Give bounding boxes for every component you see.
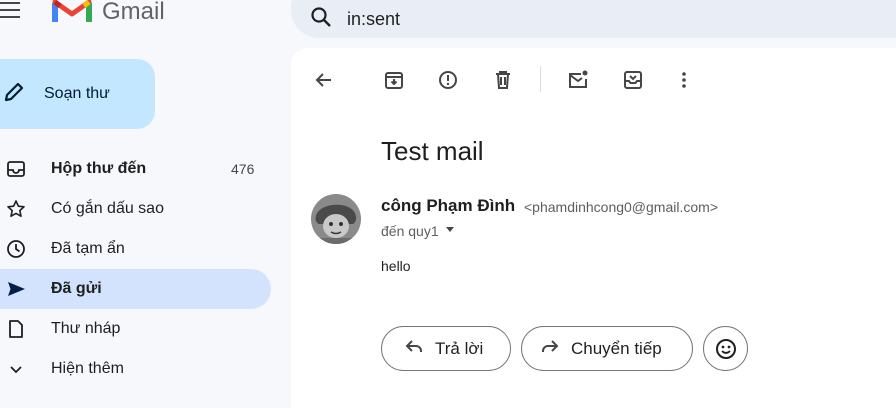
sidebar-item-label: Hộp thư đến: [51, 160, 147, 177]
archive-icon[interactable]: [382, 68, 406, 92]
search-icon[interactable]: [309, 5, 333, 34]
message-body: hello: [381, 258, 411, 274]
reply-icon: [403, 335, 435, 362]
forward-icon: [539, 335, 571, 362]
pencil-icon: [2, 80, 26, 109]
gmail-m-icon: [52, 0, 92, 29]
report-spam-icon[interactable]: [436, 68, 460, 92]
sidebar-item-more[interactable]: Hiện thêm: [0, 349, 291, 389]
search-input[interactable]: in:sent: [347, 9, 400, 30]
emoji-reaction-button[interactable]: [703, 326, 748, 371]
sidebar-item-drafts[interactable]: Thư nháp: [0, 309, 291, 349]
sender-name[interactable]: công Phạm Đình: [381, 196, 515, 216]
sidebar-item-label: Có gắn dấu sao: [51, 200, 164, 217]
sidebar-item-label: Hiện thêm: [51, 360, 124, 377]
caret-down-icon[interactable]: [443, 222, 457, 239]
more-vert-icon[interactable]: [672, 68, 696, 92]
forward-label: Chuyển tiếp: [571, 338, 662, 358]
back-arrow-icon[interactable]: [312, 68, 336, 92]
unread-count: 476: [231, 161, 255, 177]
compose-button[interactable]: Soạn thư: [0, 59, 155, 129]
delete-icon[interactable]: [491, 68, 515, 92]
mark-unread-icon[interactable]: [566, 68, 590, 92]
smiley-icon: [714, 337, 738, 361]
message-subject: Test mail: [381, 136, 484, 166]
chevron-down-icon: [6, 359, 26, 379]
main-menu-icon[interactable]: [0, 0, 26, 22]
draft-icon: [6, 319, 26, 339]
sidebar-item-starred[interactable]: Có gắn dấu sao: [0, 189, 291, 229]
reply-label: Trả lời: [435, 338, 484, 358]
sidebar-item-label: Thư nháp: [51, 320, 121, 337]
message-panel: Test mail công Phạm Đình <phamdinhcong0@…: [291, 48, 896, 408]
sidebar-item-snoozed[interactable]: Đã tạm ẩn: [0, 229, 291, 269]
sender-email: <phamdinhcong0@gmail.com>: [524, 199, 718, 215]
search-bar[interactable]: in:sent: [291, 0, 896, 38]
sidebar-item-sent[interactable]: Đã gửi: [0, 269, 271, 309]
toolbar-divider: [540, 66, 541, 92]
recipient-text: đến quy1: [381, 222, 439, 239]
send-icon: [6, 279, 26, 299]
sidebar-item-label: Đã tạm ẩn: [51, 240, 125, 257]
forward-button[interactable]: Chuyển tiếp: [521, 326, 693, 371]
move-to-icon[interactable]: [621, 68, 645, 92]
star-icon: [6, 199, 26, 219]
reply-button[interactable]: Trả lời: [381, 326, 511, 371]
recipient-line[interactable]: đến quy1: [381, 222, 457, 239]
clock-icon: [6, 239, 26, 259]
sidebar-nav: Hộp thư đến 476 Có gắn dấu sao Đã tạm ẩn…: [0, 149, 291, 389]
compose-label: Soạn thư: [44, 85, 110, 102]
sender-avatar[interactable]: [311, 194, 361, 244]
app-name: Gmail: [102, 0, 165, 25]
sidebar-item-label: Đã gửi: [51, 280, 102, 297]
inbox-icon: [6, 159, 26, 179]
sidebar-item-inbox[interactable]: Hộp thư đến 476: [0, 149, 291, 189]
gmail-logo[interactable]: Gmail: [52, 0, 165, 29]
